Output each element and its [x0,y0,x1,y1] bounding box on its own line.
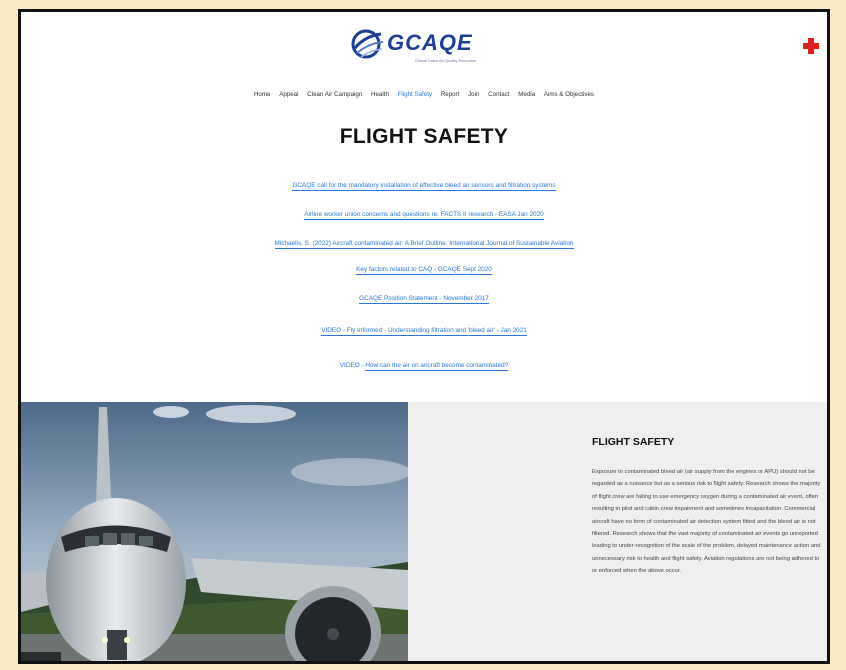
link-row: VIDEO - How can the air on aircraft beco… [21,362,827,371]
link-facts-ii-concerns[interactable]: Airline worker union concerns and questi… [304,211,544,220]
feature-section: FLIGHT SAFETY Exposure to contaminated b… [21,402,827,661]
gcaqe-logo[interactable]: GCAQE Global Cabin Air Quality Executive [349,26,509,66]
link-row: GCAQE Position Statement - November 2017 [21,295,827,304]
link-row: Michaelis, S. (2022) Aircraft contaminat… [21,240,827,249]
nav-item-aims-objectives[interactable]: Aims & Objectives [544,91,594,98]
link-row: Key factors related to CAQ - GCAQE Sept … [21,266,827,275]
link-video-fly-informed[interactable]: VIDEO - Fly Informed - Understanding fil… [321,327,527,336]
nav-item-report[interactable]: Report [441,91,460,98]
nav-item-contact[interactable]: Contact [488,91,509,98]
nav-item-flight-safety[interactable]: Flight Safety [398,91,432,98]
logo-wordmark: GCAQE [387,30,473,55]
section-title: FLIGHT SAFETY [592,436,675,448]
video-prefix-label: VIDEO - [339,362,366,369]
airplane-image [21,402,408,661]
nav-item-join[interactable]: Join [468,91,479,98]
red-cross-icon[interactable] [803,38,819,54]
nav-item-clean-air-campaign[interactable]: Clean Air Campaign [307,91,362,98]
nav-item-health[interactable]: Health [371,91,389,98]
link-bleed-air-sensors[interactable]: GCAQE call for the mandatory installatio… [292,182,556,191]
link-video-contaminated-air[interactable]: How can the air on aircraft become conta… [365,362,509,371]
link-michaelis-2022[interactable]: Michaelis, S. (2022) Aircraft contaminat… [274,240,574,249]
page-title: FLIGHT SAFETY [339,125,509,148]
airplane-photo [21,402,408,661]
link-position-statement[interactable]: GCAQE Position Statement - November 2017 [359,295,489,304]
site-header: GCAQE Global Cabin Air Quality Executive… [21,12,827,120]
section-body: Exposure to contaminated bleed air (air … [592,469,821,575]
nav-item-media[interactable]: Media [518,91,535,98]
globe-logo-icon [351,29,384,59]
nav-item-home[interactable]: Home [254,91,271,98]
logo-tagline: Global Cabin Air Quality Executive [415,58,476,63]
browser-frame: GCAQE Global Cabin Air Quality Executive… [18,9,830,664]
nav-item-appeal[interactable]: Appeal [279,91,298,98]
main-nav: Home Appeal Clean Air Campaign Health Fl… [21,91,827,98]
flight-safety-panel: FLIGHT SAFETY Exposure to contaminated b… [408,402,827,661]
link-row: Airline worker union concerns and questi… [21,211,827,220]
link-row: GCAQE call for the mandatory installatio… [21,182,827,191]
link-key-factors-caq[interactable]: Key factors related to CAQ - GCAQE Sept … [356,266,492,275]
link-row: VIDEO - Fly Informed - Understanding fil… [21,327,827,336]
